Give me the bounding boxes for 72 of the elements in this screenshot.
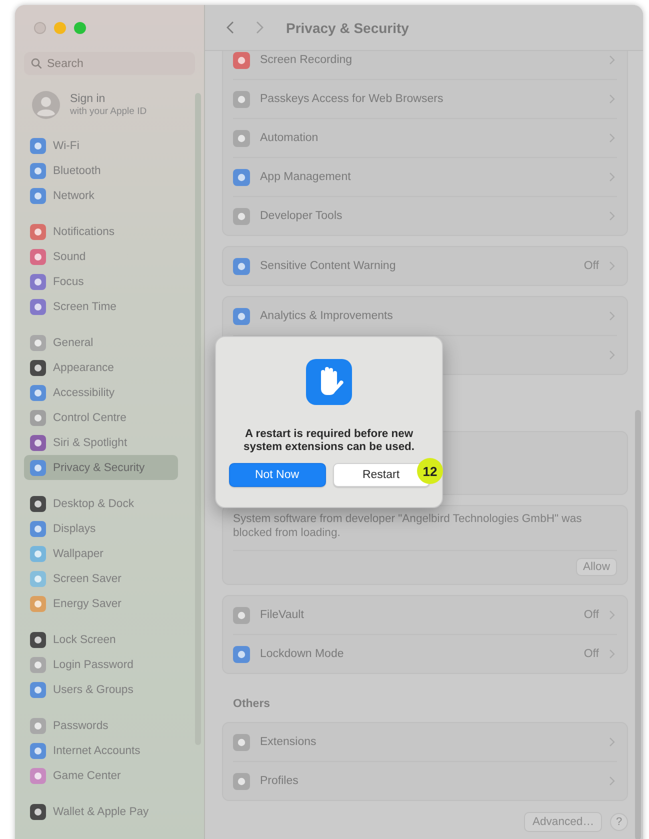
chevron-icon[interactable] [609,776,615,786]
sidebar-item[interactable]: Internet Accounts [24,738,178,763]
minimize-button[interactable] [54,22,66,34]
sidebar-item[interactable]: Focus [24,269,178,294]
row-label[interactable]: Profiles [260,775,298,787]
sidebar-item[interactable]: Lock Screen [24,627,178,652]
chevron-icon[interactable] [609,172,615,182]
sidebar-item[interactable]: Energy Saver [24,591,178,616]
row-label[interactable]: Extensions [260,736,316,748]
chevron-icon[interactable] [609,211,615,221]
allow-button[interactable]: Allow [576,558,617,576]
sidebar-item[interactable]: Privacy & Security [24,455,178,480]
row-label[interactable]: Screen Recording [260,54,352,66]
sidebar-item[interactable]: Passwords [24,713,178,738]
row-label[interactable]: Lockdown Mode [260,648,344,660]
row-label[interactable]: Sensitive Content Warning [260,260,396,272]
chevron-icon[interactable] [609,94,615,104]
sidebar-item[interactable]: Screen Saver [24,566,178,591]
chevron-icon[interactable] [609,55,615,65]
search-field[interactable]: Search [24,52,195,75]
row-label[interactable]: Developer Tools [260,210,342,222]
dialog-button[interactable]: Not Now [228,463,326,487]
chevron-icon [256,21,264,34]
scrollbar[interactable] [195,93,201,745]
sidebar-item[interactable]: Sound [24,244,178,269]
blocked-message: System software from developer "Angelbird Technologies GmbH" was blocked from loading. [233,512,617,551]
sidebar-item[interactable]: General [24,330,178,355]
advanced-button[interactable]: Advanced… [524,812,602,832]
sidebar-item[interactable]: Siri & Spotlight [24,430,178,455]
chevron-icon[interactable] [609,311,615,321]
sidebar-item[interactable]: Control Centre [24,405,178,430]
sidebar-item[interactable]: Login Password [24,652,178,677]
row-label[interactable]: Analytics & Improvements [260,310,393,322]
help-button[interactable]: ? [610,813,628,831]
chevron-icon[interactable] [609,649,615,659]
chevron-icon[interactable] [609,610,615,620]
chevron-icon[interactable] [609,261,615,271]
account-title[interactable]: Sign in [70,93,147,105]
row-label[interactable]: Automation [260,132,318,144]
close-button[interactable] [34,22,46,34]
step-badge: 12 [417,458,443,484]
sidebar-item[interactable]: Appearance [24,355,178,380]
avatar-icon [32,91,60,119]
row-value: Off [584,609,599,621]
zoom-button[interactable] [74,22,86,34]
sidebar-item[interactable]: Screen Time [24,294,178,319]
row-label[interactable]: App Management [260,171,351,183]
row-value: Off [584,260,599,272]
window-title: Privacy & Security [286,20,409,36]
sidebar-item[interactable]: Accessibility [24,380,178,405]
sidebar-item[interactable]: Network [24,183,178,208]
account-subtitle: with your Apple ID [70,106,147,117]
sidebar-item[interactable]: Wallet & Apple Pay [24,799,178,824]
row-label[interactable]: FileVault [260,609,304,621]
sidebar-item[interactable]: Users & Groups [24,677,178,702]
row-label[interactable]: Passkeys Access for Web Browsers [260,93,444,105]
sidebar-item[interactable]: Desktop & Dock [24,491,178,516]
chevron-icon[interactable] [609,133,615,143]
dialog-message: A restart is required before new system extensions can be used. [242,428,416,454]
sidebar-item[interactable]: Notifications [24,219,178,244]
chevron-icon[interactable] [609,737,615,747]
scrollbar[interactable] [635,410,641,839]
chevron-icon [226,21,234,34]
row-value: Off [584,648,599,660]
sidebar-item[interactable]: Displays [24,516,178,541]
sidebar-item[interactable]: Bluetooth [24,158,178,183]
sidebar-item[interactable]: Wallpaper [24,541,178,566]
hand-icon [306,359,352,405]
sidebar-item[interactable]: Wi-Fi [24,133,178,158]
section-heading: Others [232,697,272,712]
chevron-icon[interactable] [609,350,615,360]
sidebar-item[interactable]: Game Center [24,763,178,788]
